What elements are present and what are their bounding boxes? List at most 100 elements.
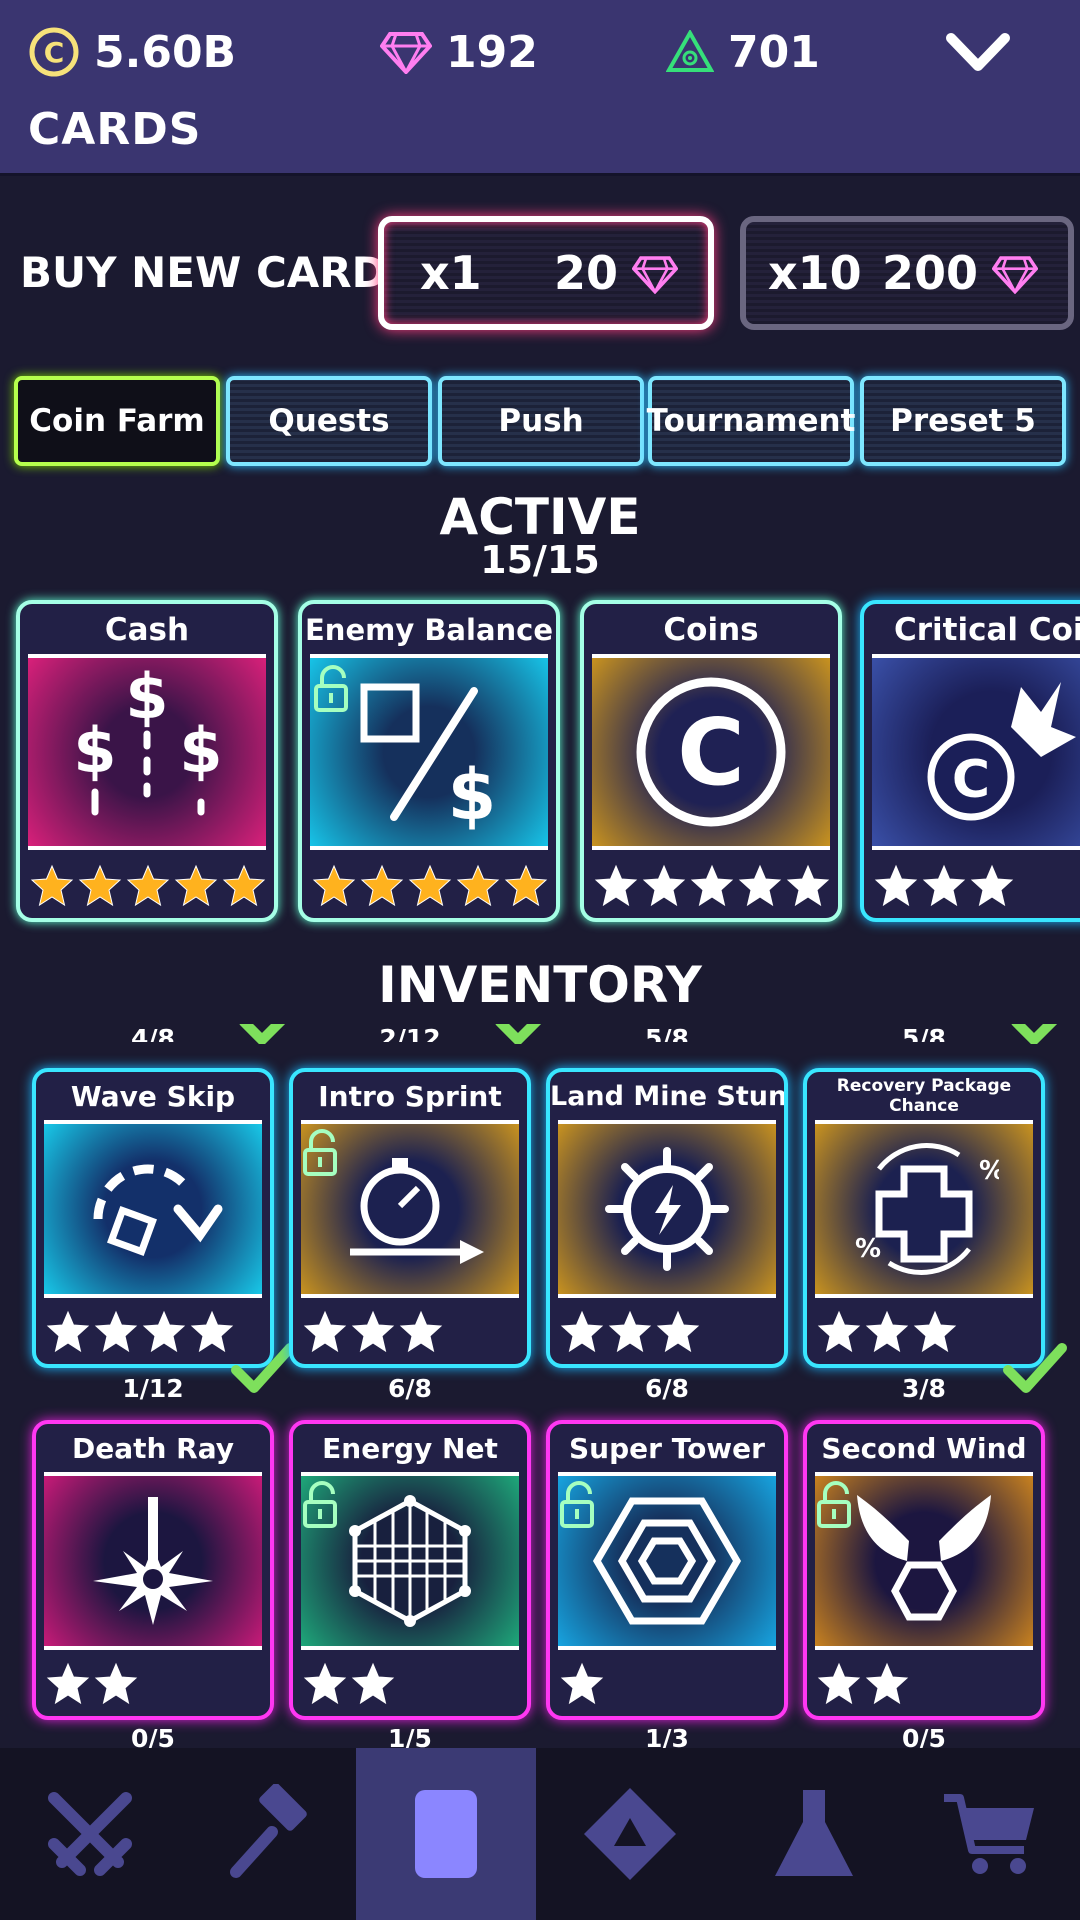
buy-x1-price: 20 xyxy=(553,246,618,300)
unlock-icon xyxy=(314,665,348,712)
coin-icon: C xyxy=(636,677,786,827)
star-icon xyxy=(222,864,266,907)
medals-value: 701 xyxy=(728,26,820,78)
buy-x1-button[interactable]: x1 20 xyxy=(378,216,714,330)
inventory-card-second-wind[interactable]: Second Wind xyxy=(803,1420,1045,1720)
nav-cards[interactable] xyxy=(356,1748,536,1920)
wave-skip-icon xyxy=(93,1164,223,1256)
flask-icon xyxy=(775,1790,853,1876)
cards-icon xyxy=(415,1790,477,1878)
star-rating xyxy=(303,1662,395,1706)
active-card-critical-coin[interactable]: Critical Coin C xyxy=(860,600,1080,922)
star-icon xyxy=(656,1310,700,1353)
card-title: Critical Coin xyxy=(894,612,1080,648)
card-art: % % xyxy=(815,1120,1033,1298)
second-wind-icon xyxy=(857,1495,991,1621)
card-title: Death Ray xyxy=(71,1432,235,1465)
card-art xyxy=(44,1472,262,1650)
inventory-card-land-mine-stun[interactable]: Land Mine Stun xyxy=(546,1068,788,1368)
nav-battle[interactable] xyxy=(0,1748,180,1920)
inventory-card-super-tower[interactable]: Super Tower xyxy=(546,1420,788,1720)
buy-x10-button[interactable]: x10 200 xyxy=(740,216,1074,330)
card-count: 5/8 xyxy=(645,1024,689,1042)
star-icon xyxy=(560,1662,604,1705)
star-icon xyxy=(865,1662,909,1705)
star-icon xyxy=(504,864,548,907)
gem-icon xyxy=(632,256,678,294)
star-icon xyxy=(970,864,1014,907)
card-title: Wave Skip xyxy=(70,1080,236,1113)
inventory-card-wave-skip[interactable]: Wave Skip xyxy=(32,1068,274,1368)
star-rating xyxy=(303,1310,443,1354)
star-icon xyxy=(46,1310,90,1353)
star-icon xyxy=(642,864,686,907)
buy-x1-mult: x1 xyxy=(420,246,482,300)
gem-icon xyxy=(992,256,1038,294)
medals-counter: 701 xyxy=(666,22,820,82)
star-rating xyxy=(560,1662,604,1706)
card-title: Coins xyxy=(663,612,759,648)
check-icon xyxy=(239,1024,286,1044)
inventory-card-recovery-package-chance[interactable]: Recovery Package Chance % % xyxy=(803,1068,1045,1368)
svg-text:C: C xyxy=(44,36,65,69)
land-mine-icon xyxy=(605,1147,729,1271)
nav-workshop[interactable] xyxy=(180,1748,360,1920)
inventory-section-title: INVENTORY xyxy=(378,956,702,1014)
star-icon xyxy=(817,1662,861,1705)
unlock-icon xyxy=(560,1481,594,1528)
inventory-card-intro-sprint[interactable]: Intro Sprint xyxy=(289,1068,531,1368)
card-count: 6/8 xyxy=(388,1374,432,1403)
card-title: Energy Net xyxy=(322,1432,498,1465)
inventory-card-death-ray[interactable]: Death Ray xyxy=(32,1420,274,1720)
tab-push[interactable]: Push xyxy=(438,376,644,466)
star-icon xyxy=(817,1310,861,1353)
recovery-package-icon: % % xyxy=(855,1143,999,1275)
card-title: Super Tower xyxy=(569,1432,765,1465)
star-rating xyxy=(817,1662,909,1706)
buy-new-card-label: BUY NEW CARD xyxy=(20,248,387,297)
gem-icon xyxy=(380,32,432,74)
critical-coin-icon: C xyxy=(927,682,1076,821)
svg-text:C: C xyxy=(677,699,745,806)
card-art xyxy=(44,1120,262,1298)
card-title: Recovery Package Chance xyxy=(836,1076,1012,1116)
coins-counter: C 5.60B xyxy=(28,22,236,82)
buy-x10-price: 200 xyxy=(881,246,978,300)
tab-tournament[interactable]: Tournament xyxy=(647,376,855,466)
star-icon xyxy=(94,1310,138,1353)
top-bar: C 5.60B 192 701 CARDS xyxy=(0,0,1080,176)
star-rating xyxy=(30,864,266,908)
tab-quests[interactable]: Quests xyxy=(226,376,432,466)
star-rating xyxy=(874,864,1014,908)
unlock-icon xyxy=(303,1481,337,1528)
star-icon xyxy=(913,1310,957,1353)
coin-icon: C xyxy=(29,27,79,77)
card-art xyxy=(558,1120,776,1298)
active-card-coins[interactable]: Coins C xyxy=(580,600,842,922)
card-art: $ $ $ xyxy=(28,654,266,850)
stopwatch-icon xyxy=(350,1158,484,1264)
star-rating xyxy=(560,1310,700,1354)
check-icon xyxy=(1011,1024,1058,1044)
gems-counter: 192 xyxy=(380,22,538,82)
star-icon xyxy=(30,864,74,907)
nav-modules[interactable] xyxy=(540,1748,720,1920)
star-rating xyxy=(46,1310,234,1354)
chevron-down-icon[interactable] xyxy=(945,28,1011,76)
star-icon xyxy=(351,1662,395,1705)
active-count: 15/15 xyxy=(480,538,600,582)
star-rating xyxy=(312,864,548,908)
inventory-card-energy-net[interactable]: Energy Net xyxy=(289,1420,531,1720)
card-title: Intro Sprint xyxy=(318,1080,502,1113)
active-card-enemy-balance[interactable]: Enemy Balance $ xyxy=(298,600,560,922)
tab-coin-farm[interactable]: Coin Farm xyxy=(14,376,220,466)
star-icon xyxy=(456,864,500,907)
card-count: 3/8 xyxy=(902,1374,946,1403)
card-title: Enemy Balance xyxy=(304,613,554,647)
nav-shop[interactable] xyxy=(900,1748,1080,1920)
active-card-cash[interactable]: Cash $ $ $ xyxy=(16,600,278,922)
tab-preset-5[interactable]: Preset 5 xyxy=(860,376,1066,466)
crossed-swords-icon xyxy=(48,1792,132,1876)
star-rating xyxy=(817,1310,957,1354)
nav-lab[interactable] xyxy=(724,1748,904,1920)
